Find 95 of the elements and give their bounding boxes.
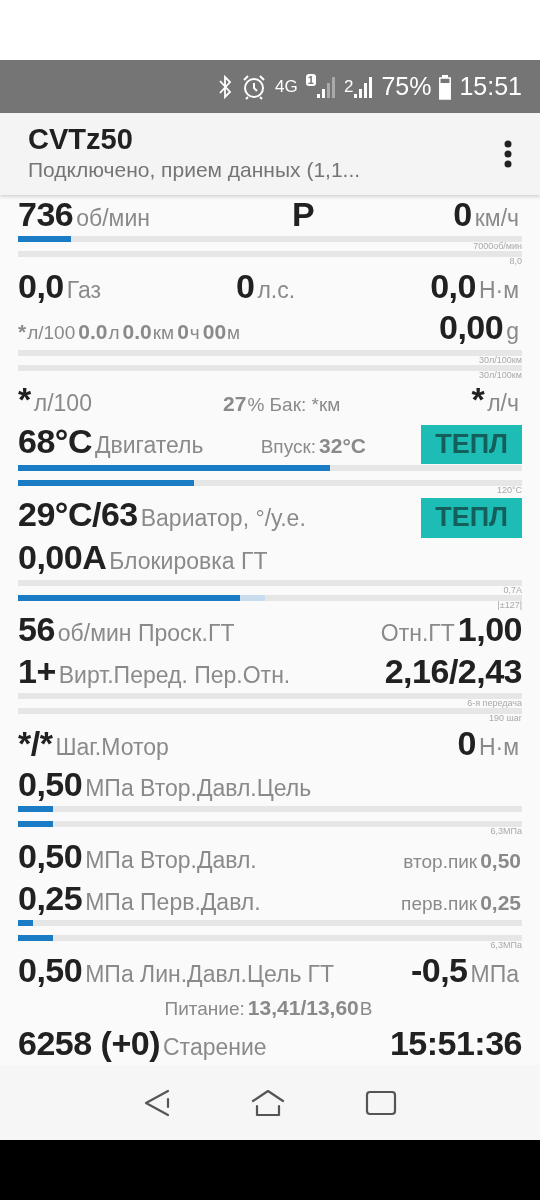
reading-value: 0,00A — [18, 538, 107, 578]
reading-label: втор.пик — [403, 850, 478, 875]
reading-label: км — [152, 321, 175, 346]
scale-label: 0,7A — [503, 584, 522, 595]
reading-value: * — [18, 380, 31, 420]
scale-label: 190 шаг — [488, 713, 522, 724]
reading-value: 56 — [18, 610, 55, 650]
reading-label: об/мин — [76, 204, 150, 233]
reading-value: 0.0 — [122, 319, 152, 346]
reading-value: 2,16/2,43 — [384, 651, 522, 691]
reading-value: 0,25 — [480, 889, 521, 916]
reading-label: л/100 — [33, 389, 92, 419]
scale-label: |±127| — [497, 599, 522, 610]
reading-value: 0 — [453, 195, 472, 235]
reading-label: Блокировка ГТ — [109, 547, 268, 577]
scale-label: 30л/100км — [479, 354, 522, 365]
clock-time: 15:51 — [459, 70, 522, 102]
home-icon[interactable] — [251, 1088, 285, 1117]
battery-icon — [439, 73, 452, 100]
reading-value: 0,50 — [18, 765, 83, 805]
reading-label: В — [359, 996, 373, 1021]
reading-value: 0,0 — [430, 267, 476, 307]
reading-label: перв.пик — [401, 891, 478, 916]
reading-value: 27 — [223, 391, 247, 418]
reading-label: Шаг.Мотор — [55, 732, 169, 762]
reading-label: л — [108, 321, 120, 346]
reading-label: Питание: — [164, 996, 245, 1021]
reading-label: % Бак: *км — [247, 393, 341, 418]
bluetooth-icon — [217, 73, 234, 100]
battery-percent: 75% — [381, 70, 432, 102]
reading-value: P — [292, 195, 315, 235]
reading-value: 0 — [457, 723, 476, 763]
reading-label: ч — [189, 321, 200, 346]
reading-value: 736 — [18, 195, 74, 235]
reading-label: Н·м — [478, 276, 519, 306]
reading-value: 15:51:36 — [389, 1024, 522, 1064]
scale-label: 8,0 — [509, 256, 522, 267]
reading-label: МПа — [470, 959, 519, 989]
reading-label: МПа Перв.Давл. — [85, 887, 261, 917]
reading-value: -0,5 — [410, 950, 468, 990]
reading-value: 68°C — [18, 421, 92, 461]
reading-value: 0,0 — [18, 267, 64, 307]
reading-value: 0,50 — [480, 848, 521, 875]
back-icon[interactable] — [143, 1087, 171, 1118]
connection-status: Подключено, прием данных (1,1... — [28, 157, 361, 184]
reading-label: Вариатор, °/у.е. — [140, 504, 306, 534]
network-type-label: 4G — [275, 75, 298, 98]
reading-label: Двигатель — [94, 430, 204, 460]
recent-apps-icon[interactable] — [365, 1089, 397, 1116]
reading-label: Газ — [66, 276, 101, 306]
sim-label: 1 — [305, 73, 316, 86]
scale-label: 30л/100км — [479, 369, 522, 380]
reading-value: * — [471, 380, 485, 420]
reading-label: ГТ — [307, 959, 334, 989]
reading-label: МПа Лин.Давл.Цель — [85, 959, 302, 989]
reading-value: 0,00 — [439, 308, 504, 348]
reading-value: 0.0 — [78, 319, 108, 346]
scale-label: 120°C — [496, 484, 522, 495]
more-menu-icon[interactable] — [504, 140, 512, 168]
reading-label: м — [227, 321, 241, 346]
scale-label: 7000об/мин — [473, 241, 522, 252]
reading-label: об/мин Проск.ГТ — [57, 619, 235, 649]
reading-value: 29°C/63 — [18, 495, 138, 535]
heat-button[interactable]: ТЕПЛ — [421, 424, 522, 464]
reading-value: 0,25 — [18, 878, 83, 918]
app-title: CVTz50 — [28, 124, 134, 157]
reading-value: 00 — [202, 319, 227, 346]
scale-label: 6,3МПа — [490, 939, 522, 950]
reading-value: 32°C — [319, 432, 366, 459]
reading-label: л.с. — [257, 276, 296, 306]
reading-value: 1,00 — [457, 610, 522, 650]
reading-label: л/ч — [487, 389, 519, 419]
reading-value: * — [18, 319, 27, 346]
reading-label: Вирт.Перед. Пер.Отн. — [58, 660, 291, 690]
reading-value: 1+ — [18, 651, 56, 691]
scale-label: 6-я передача — [467, 698, 522, 709]
reading-value: 0 — [236, 267, 255, 307]
reading-value: 0,50 — [18, 950, 83, 990]
reading-value: 0 — [177, 319, 189, 346]
scale-label: 6,3МПа — [490, 826, 522, 837]
reading-label: Старение — [163, 1033, 267, 1063]
reading-value: */* — [18, 723, 53, 763]
reading-label: МПа Втор.Давл. — [85, 846, 257, 876]
heat-button[interactable]: ТЕПЛ — [421, 498, 522, 538]
sim-label: 2 — [343, 75, 354, 98]
reading-value: 6258 (+0) — [18, 1024, 160, 1064]
reading-label: км/ч — [474, 204, 519, 233]
reading-label: Н·м — [478, 732, 519, 762]
reading-label: л/100 — [27, 321, 76, 346]
reading-value: 13,41/13,60 — [247, 994, 359, 1021]
reading-label: g — [506, 317, 519, 347]
reading-label: Впуск: — [260, 434, 317, 459]
reading-label: Отн.ГТ — [380, 619, 455, 649]
reading-value: 0,50 — [18, 837, 83, 877]
reading-label: МПа Втор.Давл.Цель — [85, 774, 312, 804]
